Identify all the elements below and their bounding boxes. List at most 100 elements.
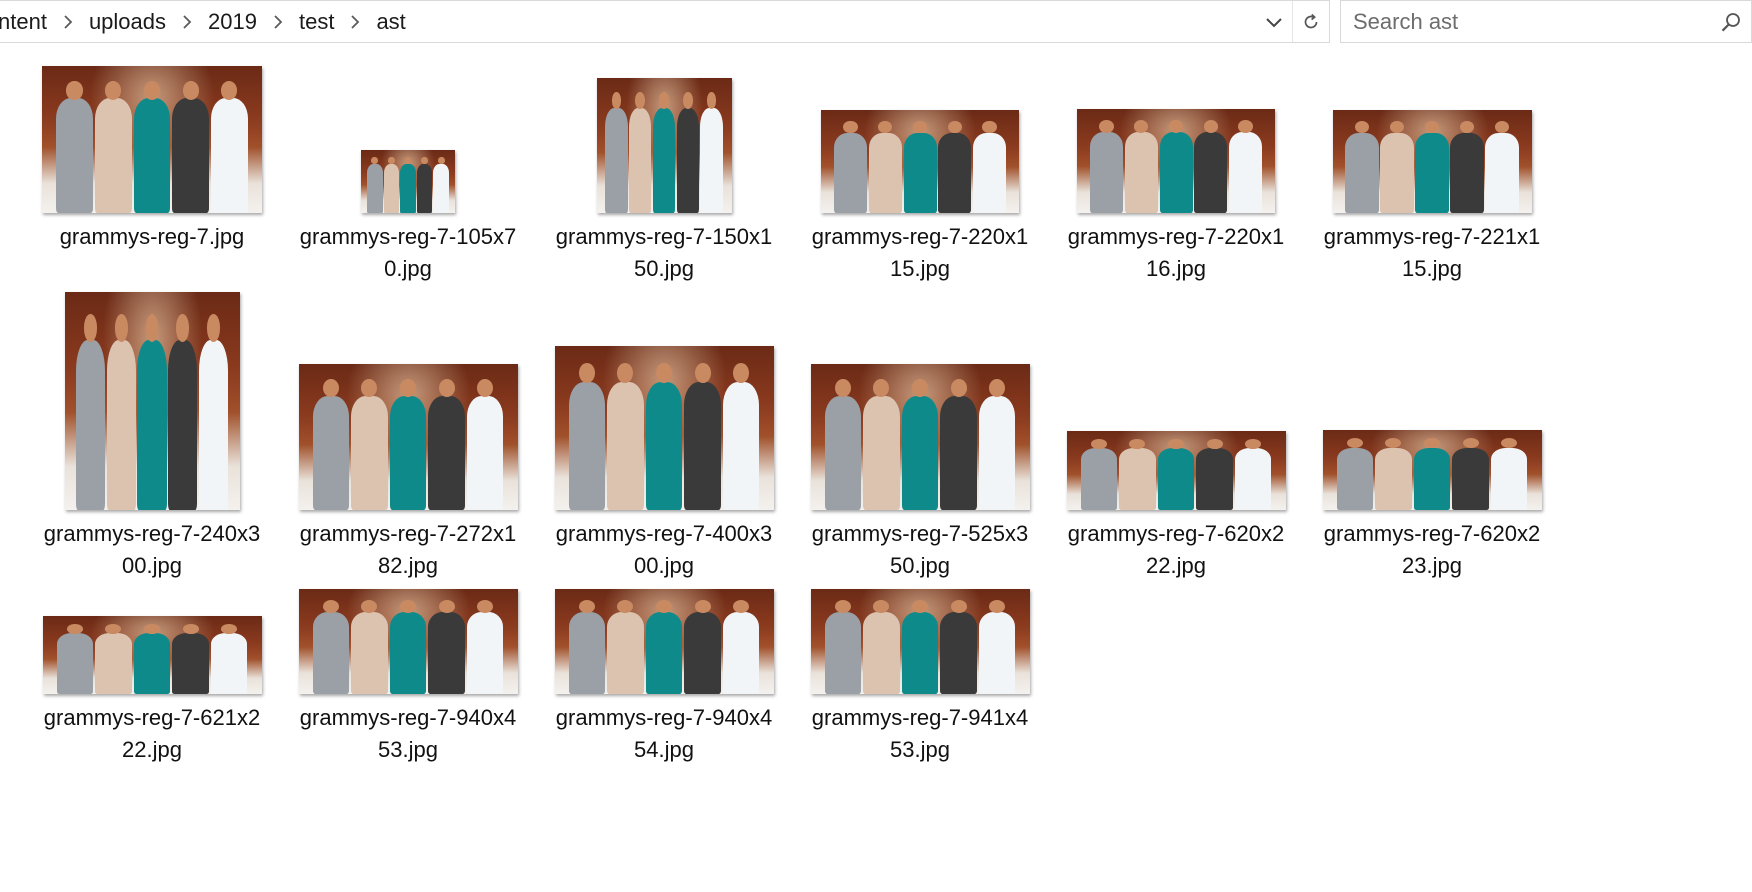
image-thumbnail[interactable] [1077,109,1275,213]
file-item[interactable]: grammys-reg-7.jpg [22,66,282,253]
photo-figure-head [578,599,595,613]
photo-figure-head [477,379,494,398]
file-item[interactable]: grammys-reg-7-150x1 50.jpg [534,78,794,285]
file-name-label: grammys-reg-7-621x2 22.jpg [27,702,277,766]
photo-figure-head [1346,438,1363,449]
photo-figure [978,379,1016,510]
breadcrumb-item[interactable]: ntent [0,9,51,35]
file-item[interactable]: grammys-reg-7-940x4 54.jpg [534,589,794,766]
thumbnail-frame [22,66,282,213]
chevron-right-icon[interactable] [261,1,295,42]
file-name-label: grammys-reg-7-940x4 53.jpg [283,702,533,766]
photo-figure [400,156,416,213]
photo-figure [652,91,676,213]
image-thumbnail[interactable] [1322,430,1542,510]
file-item[interactable]: grammys-reg-7-400x3 00.jpg [534,346,794,582]
chevron-right-icon[interactable] [170,1,204,42]
photo-figure [428,379,465,510]
image-thumbnail[interactable] [1066,431,1286,510]
photo-figure-head [371,156,379,165]
file-item[interactable]: grammys-reg-7-940x4 53.jpg [278,589,538,766]
thumbnail-frame [534,346,794,510]
thumbnail-frame [278,150,538,213]
image-thumbnail[interactable] [64,292,240,510]
file-item[interactable]: grammys-reg-7-620x2 23.jpg [1302,430,1562,582]
photo-figure [940,599,977,694]
image-thumbnail[interactable] [298,589,518,694]
photo-figure [137,314,167,510]
photo-figure [133,81,171,213]
photo-figure-head [83,314,97,342]
photo-figure-head [387,156,395,165]
image-thumbnail[interactable] [298,364,518,510]
file-item[interactable]: grammys-reg-7-220x1 16.jpg [1046,109,1306,285]
file-item[interactable]: grammys-reg-7-620x2 22.jpg [1046,431,1306,582]
thumbnail-frame [278,589,538,694]
image-thumbnail[interactable] [554,589,774,694]
image-thumbnail[interactable] [596,78,732,213]
photo-figure-head [221,81,238,100]
photo-figure-head [361,379,378,398]
chevron-down-icon[interactable] [1256,1,1292,42]
file-item[interactable]: grammys-reg-7-941x4 53.jpg [790,589,1050,766]
image-thumbnail[interactable] [554,346,774,510]
photo-figure [868,120,902,213]
breadcrumb-item[interactable]: 2019 [204,9,261,35]
file-item[interactable]: grammys-reg-7-240x3 00.jpg [22,292,282,582]
file-item[interactable]: grammys-reg-7-105x7 0.jpg [278,150,538,285]
image-thumbnail[interactable] [1332,110,1532,213]
refresh-icon[interactable] [1292,1,1329,42]
photo-figure-head [843,120,858,134]
file-name-line: grammys-reg-7-941x4 [811,705,1029,730]
address-bar[interactable]: ntent uploads 2019 test ast [0,0,1330,43]
breadcrumb-item-current[interactable]: ast [372,9,409,35]
file-item[interactable]: grammys-reg-7-220x1 15.jpg [790,110,1050,285]
photo-figure [863,599,900,694]
photo-figure [211,81,248,213]
chevron-right-icon[interactable] [338,1,372,42]
photo-figure-head [1354,120,1370,134]
file-item[interactable]: grammys-reg-7-272x1 82.jpg [278,364,538,582]
photo-figure [1119,439,1156,510]
file-name-label: grammys-reg-7-240x3 00.jpg [27,518,277,582]
photo-figure-head [694,362,711,384]
photo-figure-head [207,314,220,342]
photo-figure [428,599,465,694]
chevron-right-icon[interactable] [51,1,85,42]
thumbnail-frame [534,78,794,213]
photo-figure-head [182,81,199,100]
photo-figure [312,379,350,510]
breadcrumb-item[interactable]: test [295,9,338,35]
image-thumbnail[interactable] [810,364,1030,510]
file-item[interactable]: grammys-reg-7-221x1 15.jpg [1302,110,1562,285]
photo-figure [901,379,939,510]
photo-figure [722,362,760,510]
photo-figure-head [1462,438,1479,449]
file-item[interactable]: grammys-reg-7-525x3 50.jpg [790,364,1050,582]
photo-figure-head [655,599,673,613]
image-thumbnail[interactable] [42,616,262,694]
breadcrumb-item[interactable]: uploads [85,9,170,35]
image-thumbnail[interactable] [821,110,1019,213]
image-thumbnail[interactable] [810,589,1030,694]
image-thumbnail[interactable] [42,66,262,213]
file-name-line: 15.jpg [890,256,950,281]
photo-figure [824,379,862,510]
photo-figure [466,599,504,694]
file-name-label: grammys-reg-7-940x4 54.jpg [539,702,789,766]
image-thumbnail[interactable] [361,150,455,213]
photo-figure-head [176,314,190,342]
photo-figure [56,81,93,213]
photo-figure [645,599,683,694]
file-name-line: grammys-reg-7-620x2 [1323,521,1541,546]
photo-figure-head [950,599,967,613]
photo-figure-head [1501,438,1518,449]
photo-figure [938,120,972,213]
photo-figure [645,362,683,510]
photo-figure-head [635,91,646,109]
search-icon[interactable] [1711,1,1751,42]
file-item[interactable]: grammys-reg-7-621x2 22.jpg [22,616,282,766]
photo-figure [94,81,132,213]
photo-figure-head [421,156,428,165]
search-input[interactable] [1341,0,1711,43]
